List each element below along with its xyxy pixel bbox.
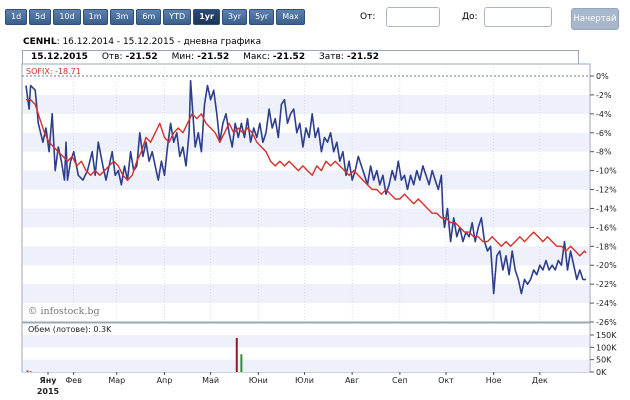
grid-band bbox=[23, 94, 589, 114]
volume-tick-label: 150K bbox=[596, 331, 617, 340]
legend-sofix: SOFIX: -18.71 bbox=[26, 67, 81, 76]
volume-tick-label: 0K bbox=[596, 368, 607, 377]
x-tick-label: Юли bbox=[295, 376, 314, 385]
y-tick-label: -18% bbox=[596, 242, 617, 251]
x-tick-label: Апр bbox=[157, 376, 173, 385]
y-tick-label: -14% bbox=[596, 204, 617, 213]
x-tick-label: Ное bbox=[486, 376, 502, 385]
y-tick-label: -26% bbox=[596, 318, 617, 327]
x-year-label: 2015 bbox=[37, 387, 60, 396]
volume-band bbox=[23, 359, 589, 372]
y-tick-label: -16% bbox=[596, 223, 617, 232]
x-tick-label: Сеп bbox=[392, 376, 408, 385]
y-tick-label: -20% bbox=[596, 261, 617, 270]
y-tick-label: -8% bbox=[596, 148, 612, 157]
volume-bar bbox=[240, 354, 243, 372]
x-tick-label: Яну bbox=[40, 376, 58, 385]
y-tick-label: -2% bbox=[596, 91, 612, 100]
volume-band bbox=[23, 335, 589, 348]
x-tick-label: Дек bbox=[532, 376, 548, 385]
x-tick-label: Май bbox=[202, 376, 219, 385]
y-tick-label: -4% bbox=[596, 110, 612, 119]
volume-tick-label: 100K bbox=[596, 343, 617, 352]
price-chart: 0% -2% -4% -6% -8% -10% -12% -14% -16% -18% -20% -2… bbox=[21, 63, 617, 396]
y-tick-label: -24% bbox=[596, 299, 617, 308]
y-tick-label: -22% bbox=[596, 280, 617, 289]
x-tick-label: Юни bbox=[249, 376, 268, 385]
x-tick-label: Окт bbox=[438, 376, 454, 385]
x-tick-label: Мар bbox=[108, 376, 125, 385]
x-tick-label: Авг bbox=[345, 376, 359, 385]
x-tick-label: Фев bbox=[65, 376, 82, 385]
watermark: © infostock.bg bbox=[28, 306, 100, 317]
y-tick-label: -10% bbox=[596, 167, 617, 176]
volume-bar bbox=[29, 371, 32, 372]
y-tick-label: 0% bbox=[596, 72, 609, 81]
volume-bar bbox=[26, 370, 29, 372]
y-tick-label: -12% bbox=[596, 186, 617, 195]
volume-label: Обем (лотове): 0.3K bbox=[28, 325, 112, 334]
volume-tick-label: 50K bbox=[596, 356, 612, 365]
y-tick-label: -6% bbox=[596, 129, 612, 138]
grid-band bbox=[23, 284, 589, 304]
grid-band bbox=[23, 208, 589, 228]
grid-band bbox=[23, 132, 589, 152]
volume-bar bbox=[235, 337, 238, 372]
